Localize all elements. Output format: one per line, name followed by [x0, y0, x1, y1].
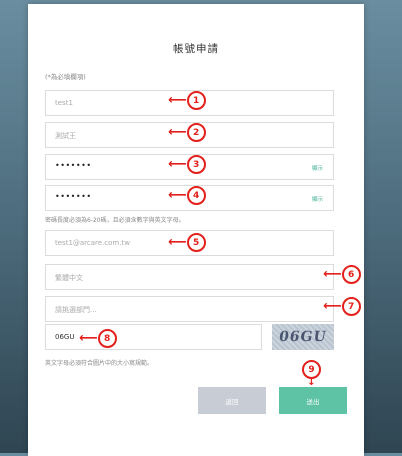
arrow-left-icon: ⟵: [323, 267, 342, 282]
annotation-8-number: 8: [97, 329, 117, 348]
password-confirm-show-toggle[interactable]: 顯示: [312, 195, 323, 203]
arrow-left-icon: ⟵: [323, 299, 342, 314]
annotation-4: ⟵ 4: [168, 186, 206, 205]
annotation-3-number: 3: [186, 155, 206, 174]
required-note: (*為必填欄項): [45, 73, 86, 81]
captcha-value: 06GU: [55, 333, 75, 341]
annotation-9: 9 ↓: [302, 360, 321, 388]
annotation-2: ⟵ 2: [168, 123, 206, 142]
back-button[interactable]: 返回: [198, 387, 266, 414]
annotation-3: ⟵ 3: [168, 155, 206, 174]
annotation-7: ⟵ 7: [323, 297, 361, 316]
arrow-left-icon: ⟵: [79, 331, 98, 346]
arrow-left-icon: ⟵: [168, 235, 187, 250]
arrow-left-icon: ⟵: [168, 125, 187, 140]
captcha-image: 06GU: [272, 324, 334, 350]
name-placeholder: 測試王: [55, 132, 76, 140]
account-placeholder: test1: [55, 99, 73, 107]
annotation-1: ⟵ 1: [168, 91, 206, 110]
language-placeholder: 繁體中文: [55, 274, 83, 282]
page-title: 帳號申請: [173, 43, 219, 55]
password-value: •••••••: [55, 161, 92, 170]
arrow-left-icon: ⟵: [168, 157, 187, 172]
annotation-5-number: 5: [186, 233, 206, 252]
captcha-image-text: 06GU: [278, 329, 328, 345]
annotation-8: ⟵ 8: [79, 329, 117, 348]
password-hint: 密碼長度必須為6-20碼，且必須含數字與英文字母。: [45, 217, 185, 224]
annotation-1-number: 1: [186, 91, 206, 110]
arrow-left-icon: ⟵: [168, 188, 187, 203]
captcha-hint: 英文字母必須符合圖片中的大小寫規範。: [45, 360, 154, 367]
department-placeholder: 請挑選部門...: [55, 306, 97, 314]
password-show-toggle[interactable]: 顯示: [312, 164, 323, 172]
annotation-5: ⟵ 5: [168, 233, 206, 252]
arrow-down-icon: ↓: [307, 377, 316, 388]
annotation-2-number: 2: [186, 123, 206, 142]
annotation-7-number: 7: [341, 297, 361, 316]
submit-button[interactable]: 送出: [279, 387, 347, 414]
department-select[interactable]: 請挑選部門...: [45, 296, 334, 322]
arrow-left-icon: ⟵: [168, 93, 187, 108]
language-select[interactable]: 繁體中文: [45, 264, 334, 290]
email-placeholder: test1@arcare.com.tw: [55, 239, 130, 247]
captcha-input[interactable]: 06GU: [45, 324, 262, 350]
annotation-6: ⟵ 6: [323, 265, 361, 284]
signup-card: 帳號申請 (*為必填欄項) test1 測試王 ••••••• 顯示 •••••…: [28, 4, 364, 456]
password-confirm-value: •••••••: [55, 192, 92, 201]
annotation-6-number: 6: [341, 265, 361, 284]
annotation-4-number: 4: [186, 186, 206, 205]
